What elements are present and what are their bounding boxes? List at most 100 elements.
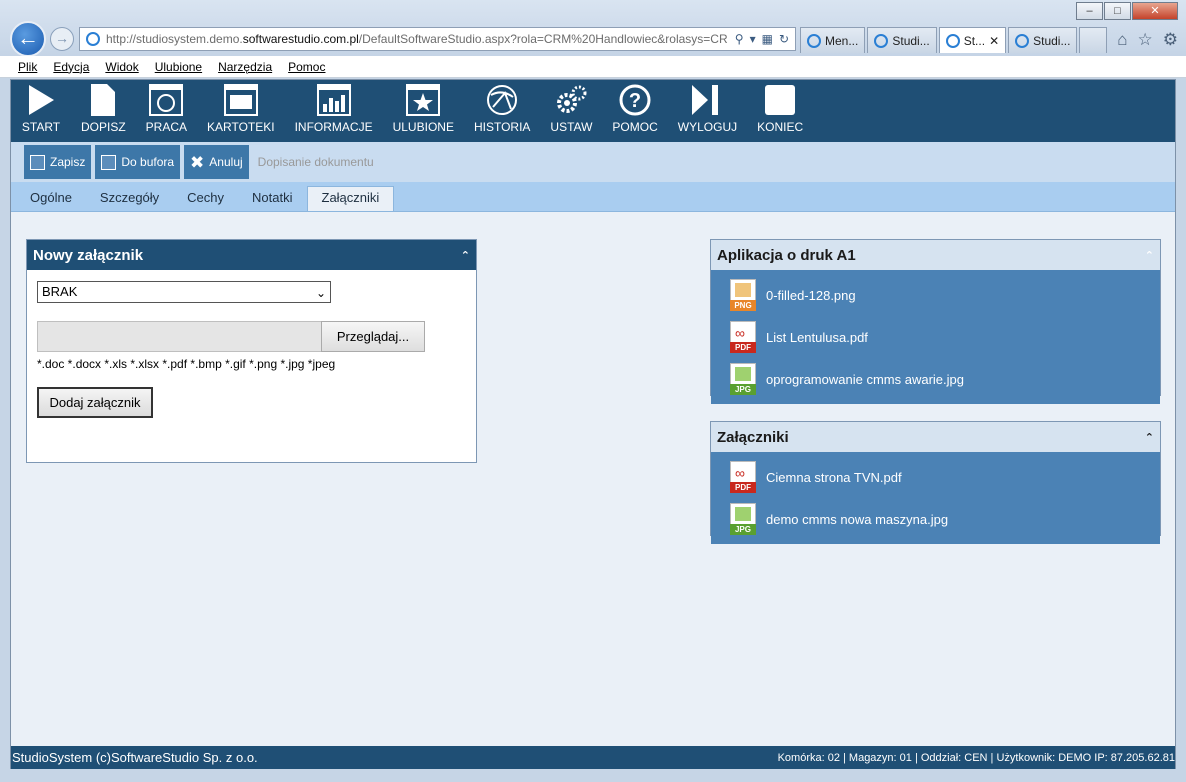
menu-plik[interactable]: Plik [18, 60, 37, 74]
history-icon [485, 80, 519, 120]
browser-chrome: – □ ✕ ← → http://studiosystem.demo.softw… [0, 0, 1186, 57]
start-icon [26, 80, 56, 120]
menu-pomoc[interactable]: Pomoc [288, 60, 325, 74]
toolbar-historia[interactable]: HISTORIA [464, 80, 540, 142]
buffer-button[interactable]: Do bufora [95, 145, 181, 179]
close-icon: ✖ [190, 152, 205, 172]
toolbar-kartoteki[interactable]: KARTOTEKI [197, 80, 285, 142]
settings-gear-icon[interactable]: ⚙ [1163, 30, 1178, 50]
panel-header: Aplikacja o druk A1 ⌃ [711, 240, 1160, 270]
menu-bar: Plik Edycja Widok Ulubione Narzędzia Pom… [0, 56, 1186, 78]
save-button[interactable]: Zapisz [24, 145, 92, 179]
attachment-type-select[interactable]: BRAK ⌄ [37, 281, 331, 303]
favorites-star-icon[interactable]: ☆ [1138, 30, 1153, 50]
action-bar: Zapisz Do bufora ✖ Anuluj Dopisanie dokum… [11, 142, 1175, 182]
toolbar-koniec[interactable]: KONIEC [747, 80, 813, 142]
url-text[interactable]: http://studiosystem.demo.softwarestudio.… [106, 32, 729, 46]
jpg-file-icon: JPG [730, 503, 756, 535]
browser-tab[interactable]: Studi... [867, 27, 937, 53]
file-item[interactable]: ∞ PDF Ciemna strona TVN.pdf [711, 456, 1160, 498]
toolbar-pomoc[interactable]: ? POMOC [602, 80, 667, 142]
add-attachment-button[interactable]: Dodaj załącznik [37, 387, 153, 418]
browser-tabs: Men... Studi... St... ✕ Studi... [800, 27, 1109, 53]
menu-edycja[interactable]: Edycja [53, 60, 89, 74]
pdf-file-icon: ∞ PDF [730, 461, 756, 493]
tab-zalaczniki[interactable]: Załączniki [306, 186, 395, 211]
toolbar-start[interactable]: START [11, 80, 71, 142]
refresh-icon[interactable]: ↻ [779, 32, 789, 46]
collapse-icon[interactable]: ⌃ [1145, 249, 1154, 262]
file-item[interactable]: JPG demo cmms nowa maszyna.jpg [711, 498, 1160, 540]
file-item[interactable]: PNG 0-filled-128.png [711, 274, 1160, 316]
cancel-button[interactable]: ✖ Anuluj [184, 145, 249, 179]
svg-text:?: ? [629, 90, 641, 112]
back-button[interactable]: ← [10, 21, 46, 57]
file-item[interactable]: JPG oprogramowanie cmms awarie.jpg [711, 358, 1160, 400]
menu-narzedzia[interactable]: Narzędzia [218, 60, 272, 74]
compat-icon[interactable]: ▦ [762, 32, 773, 46]
session-info: Komórka: 02 | Magazyn: 01 | Oddział: CEN… [777, 751, 1175, 764]
copyright-text: StudioSystem (c)SoftwareStudio Sp. z o.o… [12, 750, 258, 765]
toolbar-dopisz[interactable]: DOPISZ [71, 80, 136, 142]
pdf-file-icon: ∞ PDF [730, 321, 756, 353]
browser-tab[interactable]: Studi... [1008, 27, 1078, 53]
star-icon [406, 80, 441, 120]
toolbar-ustaw[interactable]: USTAW [540, 80, 602, 142]
address-bar[interactable]: http://studiosystem.demo.softwarestudio.… [79, 27, 796, 51]
browser-tab[interactable]: Men... [800, 27, 866, 53]
file-list: PNG 0-filled-128.png ∞ PDF List Lentulusa… [711, 270, 1160, 404]
toolbar-informacje[interactable]: INFORMACJE [285, 80, 383, 142]
menu-ulubione[interactable]: Ulubione [155, 60, 202, 74]
action-hint: Dopisanie dokumentu [257, 155, 374, 169]
arrow-right-icon: → [55, 30, 69, 46]
file-path-input[interactable] [37, 321, 322, 352]
toolbar-praca[interactable]: PRACA [136, 80, 197, 142]
a1-attachments-panel: Aplikacja o druk A1 ⌃ PNG 0-filled-128.p… [710, 239, 1161, 404]
status-bar: StudioSystem (c)SoftwareStudio Sp. z o.o… [11, 746, 1175, 769]
allowed-extensions: *.doc *.docx *.xls *.xlsx *.pdf *.bmp *.… [37, 357, 336, 371]
end-icon [764, 80, 796, 120]
collapse-icon[interactable]: ⌃ [461, 249, 470, 262]
tab-szczegoly[interactable]: Szczegóły [86, 187, 173, 211]
new-attachment-panel: Nowy załącznik ⌃ BRAK ⌄ Przeglądaj... *.… [26, 239, 477, 463]
minimize-button[interactable]: – [1076, 2, 1103, 20]
jpg-file-icon: JPG [730, 363, 756, 395]
ie-icon [1015, 33, 1030, 48]
search-icon[interactable]: ⚲ [735, 32, 744, 46]
list-icon [101, 154, 117, 170]
close-tab-icon[interactable]: ✕ [989, 34, 999, 48]
panel-title: Nowy załącznik [33, 246, 144, 264]
gear-icon [554, 80, 588, 120]
attachments-panel: Załączniki ⌃ ∞ PDF Ciemna strona TVN.pdf … [710, 421, 1161, 544]
panel-header: Załączniki ⌃ [711, 422, 1160, 452]
tab-ogolne[interactable]: Ogólne [16, 187, 86, 211]
panel-header: Nowy załącznik ⌃ [27, 240, 476, 270]
collapse-icon[interactable]: ⌃ [1145, 431, 1154, 444]
tab-cechy[interactable]: Cechy [173, 187, 238, 211]
tab-notatki[interactable]: Notatki [238, 187, 306, 211]
forward-button[interactable]: → [50, 27, 74, 51]
chevron-down-icon: ⌄ [315, 286, 326, 300]
panel-title: Załączniki [717, 428, 789, 446]
menu-widok[interactable]: Widok [105, 60, 138, 74]
toolbar-wyloguj[interactable]: WYLOGUJ [668, 80, 747, 142]
png-file-icon: PNG [730, 279, 756, 311]
maximize-button[interactable]: □ [1104, 2, 1131, 20]
chart-icon [316, 80, 351, 120]
dropdown-icon[interactable]: ▾ [750, 32, 756, 46]
tab-bar: Ogólne Szczegóły Cechy Notatki Załącznik… [11, 182, 1175, 212]
home-icon[interactable]: ⌂ [1117, 30, 1127, 50]
close-window-button[interactable]: ✕ [1132, 2, 1178, 20]
ie-icon [874, 33, 889, 48]
file-list: ∞ PDF Ciemna strona TVN.pdf JPG demo cmms… [711, 452, 1160, 544]
ie-icon [945, 33, 960, 48]
file-item[interactable]: ∞ PDF List Lentulusa.pdf [711, 316, 1160, 358]
new-tab-button[interactable] [1079, 27, 1108, 53]
panel-title: Aplikacja o druk A1 [717, 246, 856, 264]
printer-icon [30, 154, 45, 170]
toolbar-ulubione[interactable]: ULUBIONE [383, 80, 464, 142]
browser-tab-active[interactable]: St... ✕ [938, 27, 1007, 53]
logout-icon [690, 80, 724, 120]
browse-button[interactable]: Przeglądaj... [321, 321, 425, 352]
main-toolbar: START DOPISZ PRACA KARTOTEKI INFORMACJE … [11, 80, 1175, 142]
